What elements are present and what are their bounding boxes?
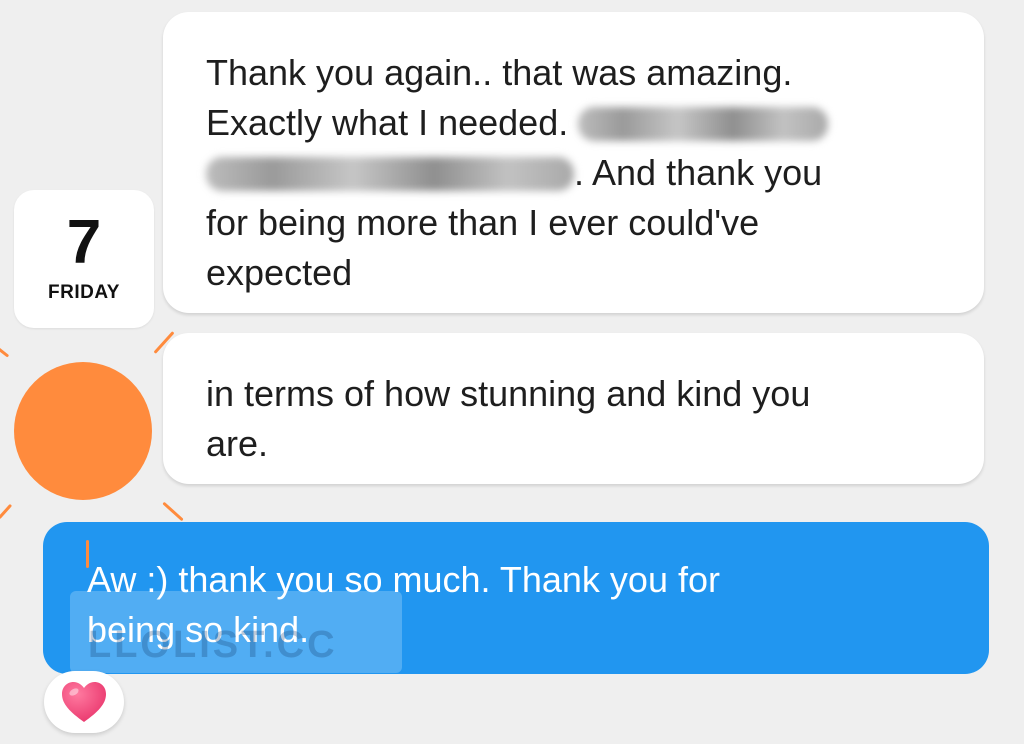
reaction-badge[interactable] (44, 671, 124, 733)
message-line: in terms of how stunning and kind you (206, 373, 811, 414)
sun-icon (14, 362, 152, 500)
date-weekday: FRIDAY (48, 282, 120, 303)
incoming-message[interactable]: Thank you again.. that was amazing. Exac… (163, 12, 984, 313)
date-day: 7 (66, 208, 102, 277)
redacted-text (206, 157, 574, 191)
heart-icon (62, 682, 106, 722)
message-line: Exactly what I needed. (206, 98, 942, 148)
message-line: Thank you again.. that was amazing. (206, 52, 793, 93)
sun-ray (0, 503, 13, 520)
incoming-message[interactable]: in terms of how stunning and kind you ar… (163, 333, 984, 484)
message-line: expected (206, 252, 353, 293)
watermark: LLOLIST.CC (70, 591, 402, 673)
sun-ray (162, 501, 184, 522)
text-cursor-mark (86, 540, 89, 568)
watermark-text: LLOLIST.CC (88, 624, 338, 666)
message-line: for being more than I ever could've (206, 202, 760, 243)
redacted-text (578, 107, 829, 141)
message-line: . And thank you (206, 148, 942, 198)
date-badge: 7 FRIDAY (14, 190, 154, 328)
message-line: are. (206, 423, 269, 464)
sun-ray (0, 345, 10, 358)
